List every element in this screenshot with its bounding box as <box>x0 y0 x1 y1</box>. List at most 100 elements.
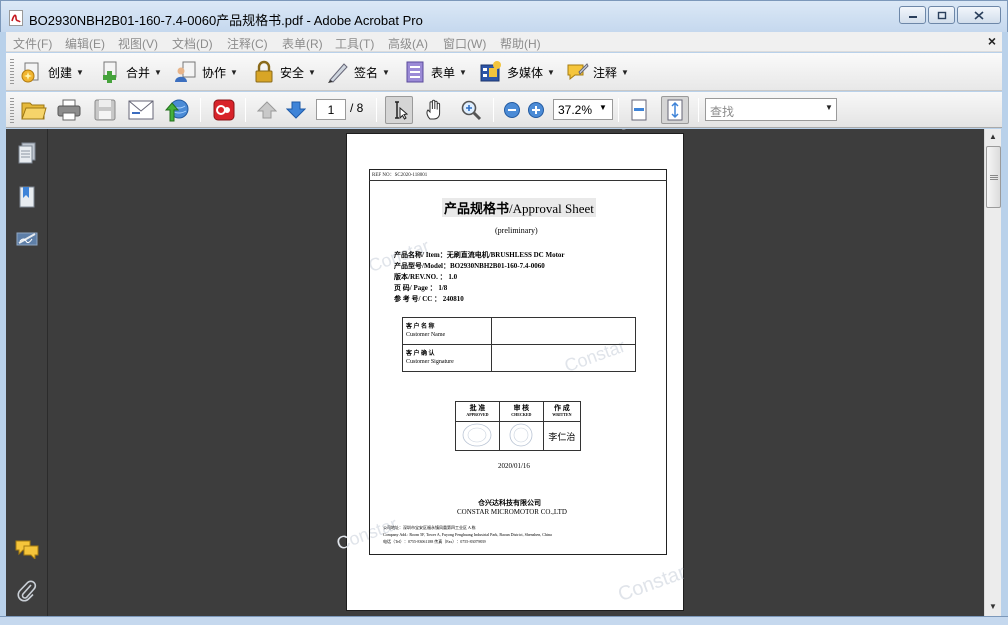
menu-edit[interactable]: 编辑(E) <box>65 35 105 52</box>
task-sign-label: 签名 <box>354 65 379 80</box>
zoom-in-button[interactable] <box>522 96 550 124</box>
task-forms-label: 表单 <box>431 65 456 80</box>
attachments-panel-button[interactable] <box>15 579 39 603</box>
menu-advanced[interactable]: 高级(A) <box>388 35 428 52</box>
text-cursor-icon <box>395 101 409 120</box>
zoom-in-icon <box>528 102 544 118</box>
task-forms-button[interactable]: 表单 ▼ <box>403 59 467 85</box>
info-reference: 参 考 号/ CC ： 240810 <box>394 295 464 303</box>
company-name-cn: 仓兴达科技有限公司 <box>478 499 541 507</box>
checked-header: 审 核 CHECKED <box>498 401 544 422</box>
info-model: 产品型号/Model：BO2930NBH2B01-160-7.4-0060 <box>394 262 545 270</box>
find-input[interactable]: 查找 <box>705 98 837 121</box>
document-subtitle: (preliminary) <box>495 226 538 235</box>
menu-help[interactable]: 帮助(H) <box>500 35 541 52</box>
window-bottom-edge <box>0 616 1008 625</box>
customer-signature-cell <box>491 344 636 372</box>
chevron-down-icon[interactable]: ▼ <box>825 103 833 112</box>
fit-page-button[interactable] <box>661 96 689 124</box>
chevron-down-icon: ▼ <box>308 67 316 77</box>
menu-forms[interactable]: 表单(R) <box>282 35 323 52</box>
page-count: / 8 <box>350 101 364 115</box>
menu-tools[interactable]: 工具(T) <box>335 35 374 52</box>
document-date: 2020/01/16 <box>498 462 530 470</box>
maximize-button[interactable] <box>928 6 955 24</box>
main-toolbar: 1 / 8 37.2% ▼ 查找 ▼ <box>6 92 1002 128</box>
save-icon <box>94 99 116 121</box>
task-multimedia-label: 多媒体 <box>507 65 544 80</box>
ref-number: REF NO：SC2020-118001 <box>372 173 428 178</box>
document-view[interactable]: Constar Constar Constar Constar Constar … <box>48 129 984 616</box>
menu-window[interactable]: 窗口(W) <box>443 35 486 52</box>
toolbar-separator <box>376 98 377 122</box>
divider <box>369 180 667 181</box>
page-number-input[interactable]: 1 <box>316 99 346 120</box>
zoom-tool-button[interactable] <box>457 96 485 124</box>
window-title: BO2930NBH2B01-160-7.4-0060产品规格书.pdf - Ad… <box>29 13 423 28</box>
scrolling-mode-button[interactable] <box>625 96 653 124</box>
upload-button[interactable] <box>163 96 191 124</box>
task-multimedia-button[interactable]: 多媒体 ▼ <box>479 59 555 85</box>
close-icon <box>974 10 984 20</box>
task-combine-button[interactable]: 合并 ▼ <box>98 59 162 85</box>
task-create-button[interactable]: 创建 ▼ <box>20 59 84 85</box>
close-document-button[interactable]: × <box>988 33 996 49</box>
customer-table: 客 户 名 称 Customer Name 客 户 确 认 Customer Sig… <box>402 317 636 372</box>
info-revision: 版本/REV.NO. ： 1.0 <box>394 273 458 281</box>
close-window-button[interactable] <box>957 6 1001 24</box>
menu-document[interactable]: 文档(D) <box>172 35 213 52</box>
bookmark-icon <box>19 186 35 208</box>
chevron-down-icon: ▼ <box>621 67 629 77</box>
info-item-name: 产品名称/ Item：无刷直流电机/BRUSHLESS DC Motor <box>394 251 565 259</box>
comments-panel-button[interactable] <box>15 537 39 561</box>
document-title-cn: 产品规格书 <box>444 201 510 216</box>
chevron-down-icon[interactable]: ▼ <box>599 103 607 112</box>
signature-icon <box>16 232 38 246</box>
approval-table: 批 准 APPROVED 审 核 CHECKED 作 成 WRITTEN 李仁治 <box>455 401 582 451</box>
select-tool-button[interactable] <box>385 96 413 124</box>
navigation-pane <box>6 129 48 616</box>
next-page-button[interactable] <box>282 96 310 124</box>
signatures-panel-button[interactable] <box>15 227 39 251</box>
email-button[interactable] <box>127 96 155 124</box>
toolbar-separator <box>698 98 699 122</box>
maximize-icon <box>937 11 946 19</box>
title-bar: BO2930NBH2B01-160-7.4-0060产品规格书.pdf - Ad… <box>0 0 1008 32</box>
print-button[interactable] <box>55 96 83 124</box>
task-comment-label: 注释 <box>593 65 618 80</box>
menu-view[interactable]: 视图(V) <box>118 35 158 52</box>
minimize-button[interactable] <box>899 6 926 24</box>
hand-tool-button[interactable] <box>421 96 449 124</box>
task-comment-button[interactable]: 注释 ▼ <box>565 59 629 85</box>
vertical-scrollbar[interactable]: ▲ ▼ <box>984 129 1001 616</box>
menu-bar: 文件(F) 编辑(E) 视图(V) 文档(D) 注释(C) 表单(R) 工具(T… <box>6 32 1002 52</box>
task-toolbar: 创建 ▼ 合并 ▼ 协作 ▼ 安全 ▼ 签名 ▼ 表单 ▼ 多媒体 ▼ 注释 ▼ <box>6 53 1002 91</box>
scroll-down-icon[interactable]: ▼ <box>989 602 997 611</box>
bookmarks-panel-button[interactable] <box>15 185 39 209</box>
scroll-up-icon[interactable]: ▲ <box>989 132 997 141</box>
company-phone-fax: 电话（Tel）：0755-83061188 传真（Fax）：0755-83079… <box>383 539 486 544</box>
save-button[interactable] <box>91 96 119 124</box>
open-button[interactable] <box>20 96 48 124</box>
menu-file[interactable]: 文件(F) <box>13 35 52 52</box>
toolbar-separator <box>493 98 494 122</box>
fit-page-icon <box>667 99 683 121</box>
connect-icon <box>213 99 235 121</box>
task-security-button[interactable]: 安全 ▼ <box>252 59 316 85</box>
acrobat-connect-button[interactable] <box>210 96 238 124</box>
menu-comments[interactable]: 注释(C) <box>227 35 268 52</box>
stamp-seal <box>509 423 533 447</box>
pdf-page[interactable]: Constar Constar Constar Constar Constar … <box>334 129 688 611</box>
toolbar-separator <box>618 98 619 122</box>
globe-upload-icon <box>164 99 189 122</box>
page-scroll-icon <box>631 99 647 121</box>
pen-icon <box>328 63 348 83</box>
forms-icon <box>406 61 424 83</box>
toolbar-grip[interactable] <box>10 98 14 124</box>
task-collaborate-button[interactable]: 协作 ▼ <box>174 59 238 85</box>
pages-panel-button[interactable] <box>15 141 39 165</box>
toolbar-grip[interactable] <box>10 59 14 85</box>
previous-page-button[interactable] <box>253 96 281 124</box>
scrollbar-thumb[interactable] <box>986 146 1001 208</box>
task-sign-button[interactable]: 签名 ▼ <box>326 59 390 85</box>
